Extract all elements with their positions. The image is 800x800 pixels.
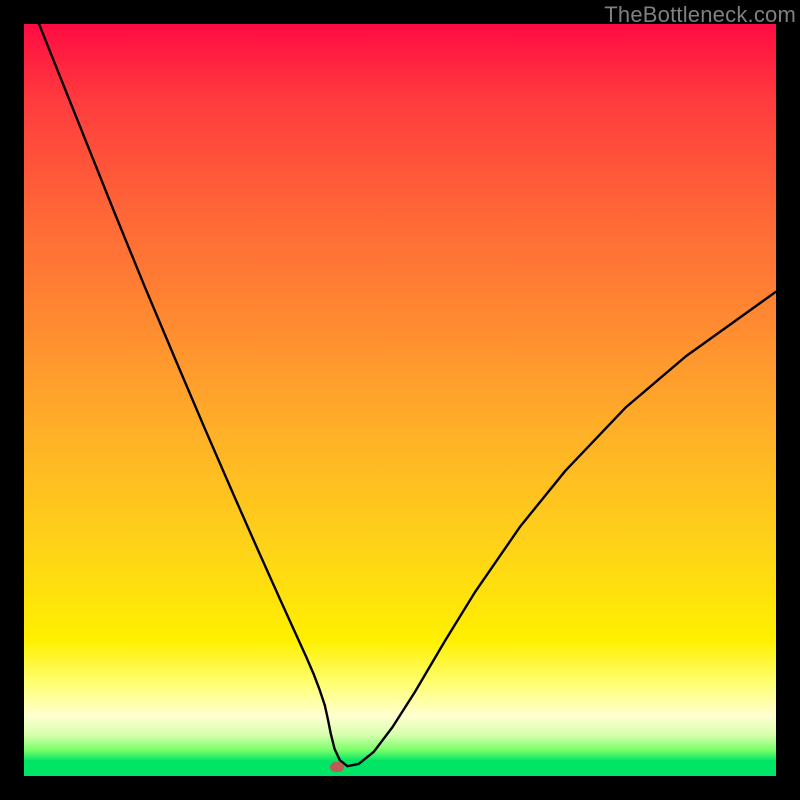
bottleneck-curve (24, 24, 776, 776)
optimum-marker (330, 762, 344, 772)
plot-area (24, 24, 776, 776)
chart-frame (24, 24, 776, 776)
